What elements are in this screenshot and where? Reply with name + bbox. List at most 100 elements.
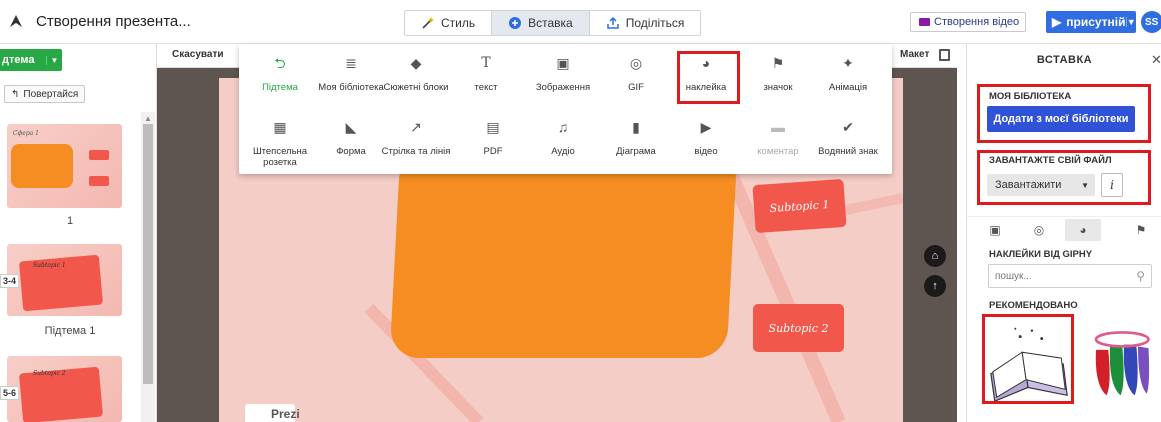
colored-figures-sticker-icon[interactable] (1089, 318, 1159, 408)
upload-label: ЗАВАНТАЖТЕ СВІЙ ФАЙЛ (989, 155, 1112, 166)
magic-wand-icon (422, 17, 434, 29)
watermark-icon: ✔ (842, 119, 854, 135)
pdf-icon: ▤ (486, 119, 500, 135)
up-level-icon[interactable]: ↑ (924, 275, 946, 297)
scroll-up-icon[interactable]: ▲ (144, 114, 152, 123)
slide-thumbnail-2-label: Підтема 1 (44, 325, 96, 337)
sticker-search-input[interactable] (989, 265, 1119, 287)
chevron-down-icon[interactable]: ▼ (46, 55, 62, 65)
sidebar-scrollbar[interactable]: ▲ (141, 112, 155, 422)
add-from-library-button[interactable]: Додати з моєї бібліотеки (987, 106, 1135, 132)
back-arrow-icon: ↰ (11, 88, 20, 100)
tab-insert[interactable]: Вставка (492, 11, 590, 35)
menu-item-my-library[interactable]: ≣ Моя бібліотека (316, 55, 386, 93)
go-back-label: Повертайся (23, 88, 79, 100)
image-icon: ▣ (556, 55, 570, 71)
menu-item-gif[interactable]: ◎ GIF (601, 55, 671, 93)
flag-icon: ⚑ (771, 55, 785, 71)
panel-title: ВСТАВКА (1036, 54, 1093, 66)
menu-item-icon[interactable]: ⚑ значок (743, 55, 813, 93)
gif-tab-icon[interactable]: ◎ (1021, 219, 1057, 241)
text-icon: T (481, 55, 491, 71)
subtopic-2[interactable]: Subtopic 2 (753, 304, 844, 352)
prezi-watermark: Prezi (245, 404, 300, 422)
slide-thumbnail-2[interactable]: Subtopic 1 (7, 244, 122, 316)
menu-item-pdf[interactable]: ▤ PDF (458, 119, 528, 157)
upload-button[interactable]: Завантажити ▼ (987, 174, 1095, 196)
cancel-button[interactable]: Скасувати (172, 49, 224, 60)
insert-menu: ⮌ Підтема ≣ Моя бібліотека ◆ Сюжетні бло… (239, 44, 892, 174)
watermark-text: Prezi (271, 407, 300, 421)
menu-item-video[interactable]: ▶ відео (671, 120, 741, 157)
upload-button-label: Завантажити (995, 179, 1062, 191)
center-topic-shape[interactable] (389, 150, 738, 358)
menu-item-shape[interactable]: ◣ Форма (316, 120, 386, 157)
gif-icon: ◎ (629, 55, 643, 71)
slide-thumbnail-3[interactable]: Subtopic 2 (7, 356, 122, 422)
add-topic-label: дтема (2, 54, 35, 66)
subtopic-2-label: Subtopic 2 (768, 321, 829, 335)
scrollbar-thumb[interactable] (143, 124, 153, 384)
sticker-search-box: ⚲ (988, 264, 1152, 288)
subtopic-1[interactable]: Subtopic 1 (752, 178, 847, 234)
thumb-topic-shape (11, 144, 73, 188)
slide-thumbnail-1[interactable]: Сфера 1 (7, 124, 122, 208)
sticker-tab-icon[interactable]: ◕ (1065, 219, 1101, 241)
menu-item-plugin[interactable]: ▦ Штепсельна розетка (245, 119, 315, 168)
slide-thumbnail-1-label: 1 (66, 215, 74, 227)
music-note-icon: ♫ (557, 119, 569, 135)
tab-share[interactable]: Поділіться (589, 11, 701, 35)
thumb-subtopic-shape (89, 176, 109, 186)
tab-share-label: Поділіться (625, 16, 685, 30)
plugin-icon: ▦ (273, 119, 287, 135)
play-icon: ▶ (1052, 15, 1062, 29)
menu-item-sticker[interactable]: ◕ наклейка (671, 55, 741, 93)
prezi-logo-icon[interactable] (8, 13, 24, 29)
arrow-icon: ↗ (410, 119, 422, 135)
menu-item-watermark[interactable]: ✔ Водяний знак (813, 119, 883, 157)
menu-item-story-blocks[interactable]: ◆ Сюжетні блоки (381, 56, 451, 93)
menu-item-audio[interactable]: ♫ Аудіо (528, 119, 598, 157)
menu-item-subtopic[interactable]: ⮌ Підтема (245, 55, 315, 93)
slide-range-badge: 3-4 (0, 274, 20, 288)
search-icon[interactable]: ⚲ (1136, 269, 1145, 283)
add-topic-button[interactable]: дтема ▼ (0, 49, 62, 71)
sticker-icon: ◕ (701, 55, 711, 71)
tab-style[interactable]: Стиль (405, 11, 493, 35)
thumb-title: Сфера 1 (13, 130, 39, 137)
subtopic-1-label: Subtopic 1 (769, 197, 830, 215)
animation-icon: ✦ (842, 55, 854, 71)
menu-item-text[interactable]: T текст (451, 55, 521, 93)
close-icon[interactable]: ✕ (1151, 52, 1161, 68)
giphy-stickers-label: НАКЛЕЙКИ ВІД GIPHY (989, 249, 1093, 260)
user-avatar[interactable]: SS (1141, 11, 1161, 33)
create-video-label: Створення відео (934, 16, 1020, 28)
menu-item-animation[interactable]: ✦ Анімація (813, 55, 883, 93)
tab-style-label: Стиль (441, 16, 476, 30)
home-icon[interactable]: ⌂ (924, 245, 946, 267)
menu-item-image[interactable]: ▣ Зображення (528, 55, 598, 93)
present-label: присутній (1066, 15, 1126, 29)
layout-icon[interactable] (939, 49, 950, 61)
thumb-subtopic-shape (89, 150, 109, 160)
book-sticker-icon[interactable] (985, 318, 1073, 408)
present-button[interactable]: ▶ присутній ▼ (1046, 11, 1136, 33)
go-back-button[interactable]: ↰ Повертайся (4, 85, 86, 103)
subtopic-arrow-icon: ⮌ (274, 55, 286, 71)
slides-sidebar: дтема ▼ ↰ Повертайся Сфера 1 1 Subtopic … (0, 44, 157, 422)
menu-item-chart[interactable]: ▮ Діаграма (601, 120, 671, 157)
present-options-caret[interactable]: ▼ (1125, 17, 1136, 27)
image-tab-icon[interactable]: ▣ (977, 219, 1013, 241)
video-camera-icon (919, 18, 930, 26)
menu-item-arrow-line[interactable]: ↗ Стрілка та лінія (381, 119, 451, 157)
media-type-tabs: ▣ ◎ ◕ ⚑ (967, 216, 1161, 242)
flag-tab-icon[interactable]: ⚑ (1123, 219, 1159, 241)
library-icon: ≣ (345, 55, 357, 71)
menu-item-comment: ▬ коментар (743, 120, 813, 157)
document-title[interactable]: Створення презента... (36, 13, 191, 30)
layout-button[interactable]: Макет (900, 49, 929, 60)
plus-circle-icon (509, 17, 522, 29)
info-button[interactable]: i (1101, 173, 1123, 197)
create-video-button[interactable]: Створення відео (910, 12, 1027, 32)
recommended-label: РЕКОМЕНДОВАНО (989, 300, 1078, 311)
